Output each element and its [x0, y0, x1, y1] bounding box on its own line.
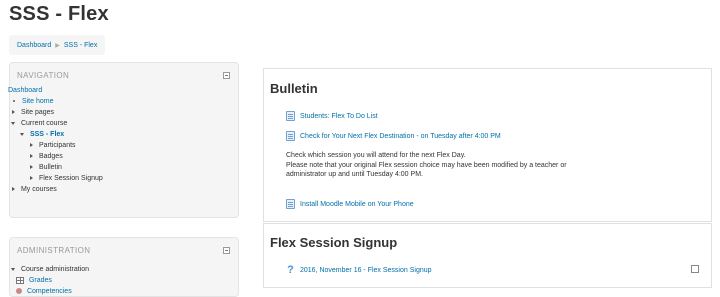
competencies-icon: [16, 288, 22, 295]
activity-install-moodle-mobile-label: Install Moodle Mobile on Your Phone: [300, 200, 414, 208]
nav-site-home[interactable]: Site home: [22, 98, 54, 105]
description-line: administrator up and until Tuesday 4:00 …: [286, 171, 423, 178]
navigation-block: NAVIGATION Dashboard Site home Site page…: [8, 62, 239, 218]
nav-site-pages-label: Site pages: [20, 109, 55, 116]
bulletin-description: Check which session you will attend for …: [286, 151, 567, 180]
page-icon: [286, 111, 295, 121]
nav-my-courses[interactable]: My courses: [10, 184, 238, 195]
navigation-tree: Dashboard Site home Site pages Current c…: [8, 85, 238, 195]
activity-flex-to-do-list[interactable]: Students: Flex To Do List: [286, 111, 378, 121]
nav-bulletin[interactable]: Bulletin: [10, 162, 238, 173]
page-title: SSS - Flex: [9, 3, 109, 25]
breadcrumb-separator-icon: ▶: [55, 42, 60, 49]
flex-signup-title: Flex Session Signup: [270, 235, 398, 250]
expand-arrow-icon: [30, 176, 33, 181]
administration-block: ADMINISTRATION Course administration Gra…: [9, 237, 239, 297]
bulletin-title: Bulletin: [270, 81, 318, 96]
breadcrumb-course[interactable]: SSS - Flex: [64, 42, 97, 49]
administration-tree: Course administration Grades Competencie…: [10, 264, 238, 297]
activity-next-flex-destination-label: Check for Your Next Flex Destination - o…: [300, 132, 501, 140]
nav-flex-session-signup[interactable]: Flex Session Signup: [10, 173, 238, 184]
expand-arrow-icon: [30, 165, 33, 170]
activity-install-moodle-mobile[interactable]: Install Moodle Mobile on Your Phone: [286, 199, 414, 209]
admin-competencies[interactable]: Competencies: [10, 286, 238, 297]
page-icon: [286, 199, 295, 209]
flex-signup-section: Flex Session Signup ? 2016, November 16 …: [263, 223, 712, 288]
expand-arrow-icon: [12, 110, 15, 115]
nav-dashboard[interactable]: Dashboard: [8, 87, 42, 94]
activity-flex-session-signup-label: 2016, November 16 - Flex Session Signup: [300, 267, 432, 274]
nav-site-pages[interactable]: Site pages: [10, 107, 238, 118]
administration-title: ADMINISTRATION: [17, 246, 91, 255]
question-icon: ?: [287, 264, 294, 276]
nav-badges-label: Badges: [38, 153, 63, 160]
page-icon: [286, 131, 295, 141]
nav-badges[interactable]: Badges: [10, 151, 238, 162]
nav-flex-session-signup-label: Flex Session Signup: [38, 175, 103, 182]
bulletin-section: Bulletin Students: Flex To Do List Check…: [263, 68, 712, 222]
nav-participants[interactable]: Participants: [10, 140, 238, 151]
grades-icon: [16, 276, 24, 284]
description-line: Check which session you will attend for …: [286, 152, 466, 159]
collapse-arrow-icon: [20, 132, 24, 136]
collapse-arrow-icon: [11, 267, 15, 271]
admin-course-administration[interactable]: Course administration: [10, 264, 238, 275]
expand-arrow-icon: [30, 143, 33, 148]
nav-my-courses-label: My courses: [20, 186, 57, 193]
nav-participants-label: Participants: [38, 142, 76, 149]
collapse-icon[interactable]: [223, 72, 230, 79]
activity-next-flex-destination[interactable]: Check for Your Next Flex Destination - o…: [286, 131, 501, 141]
nav-course-label: SSS - Flex: [29, 131, 65, 138]
description-line: Please note that your original Flex sess…: [286, 161, 567, 169]
admin-course-administration-label: Course administration: [20, 266, 90, 273]
collapse-arrow-icon: [11, 121, 15, 125]
nav-current-course-label: Current course: [20, 120, 68, 127]
admin-grades-label: Grades: [28, 277, 52, 284]
nav-bulletin-label: Bulletin: [38, 164, 62, 171]
nav-course[interactable]: SSS - Flex: [10, 129, 238, 140]
expand-arrow-icon: [30, 154, 33, 159]
breadcrumb-dashboard[interactable]: Dashboard: [17, 42, 51, 49]
nav-current-course[interactable]: Current course: [10, 118, 238, 129]
activity-flex-session-signup[interactable]: ? 2016, November 16 - Flex Session Signu…: [286, 264, 432, 276]
activity-flex-to-do-list-label: Students: Flex To Do List: [300, 112, 378, 120]
admin-grades[interactable]: Grades: [10, 275, 238, 286]
collapse-icon[interactable]: [223, 247, 230, 254]
completion-checkbox[interactable]: [691, 265, 699, 273]
expand-arrow-icon: [12, 187, 15, 192]
bullet-icon: [13, 100, 15, 103]
breadcrumb: Dashboard ▶ SSS - Flex: [9, 35, 106, 55]
navigation-title: NAVIGATION: [17, 71, 70, 80]
